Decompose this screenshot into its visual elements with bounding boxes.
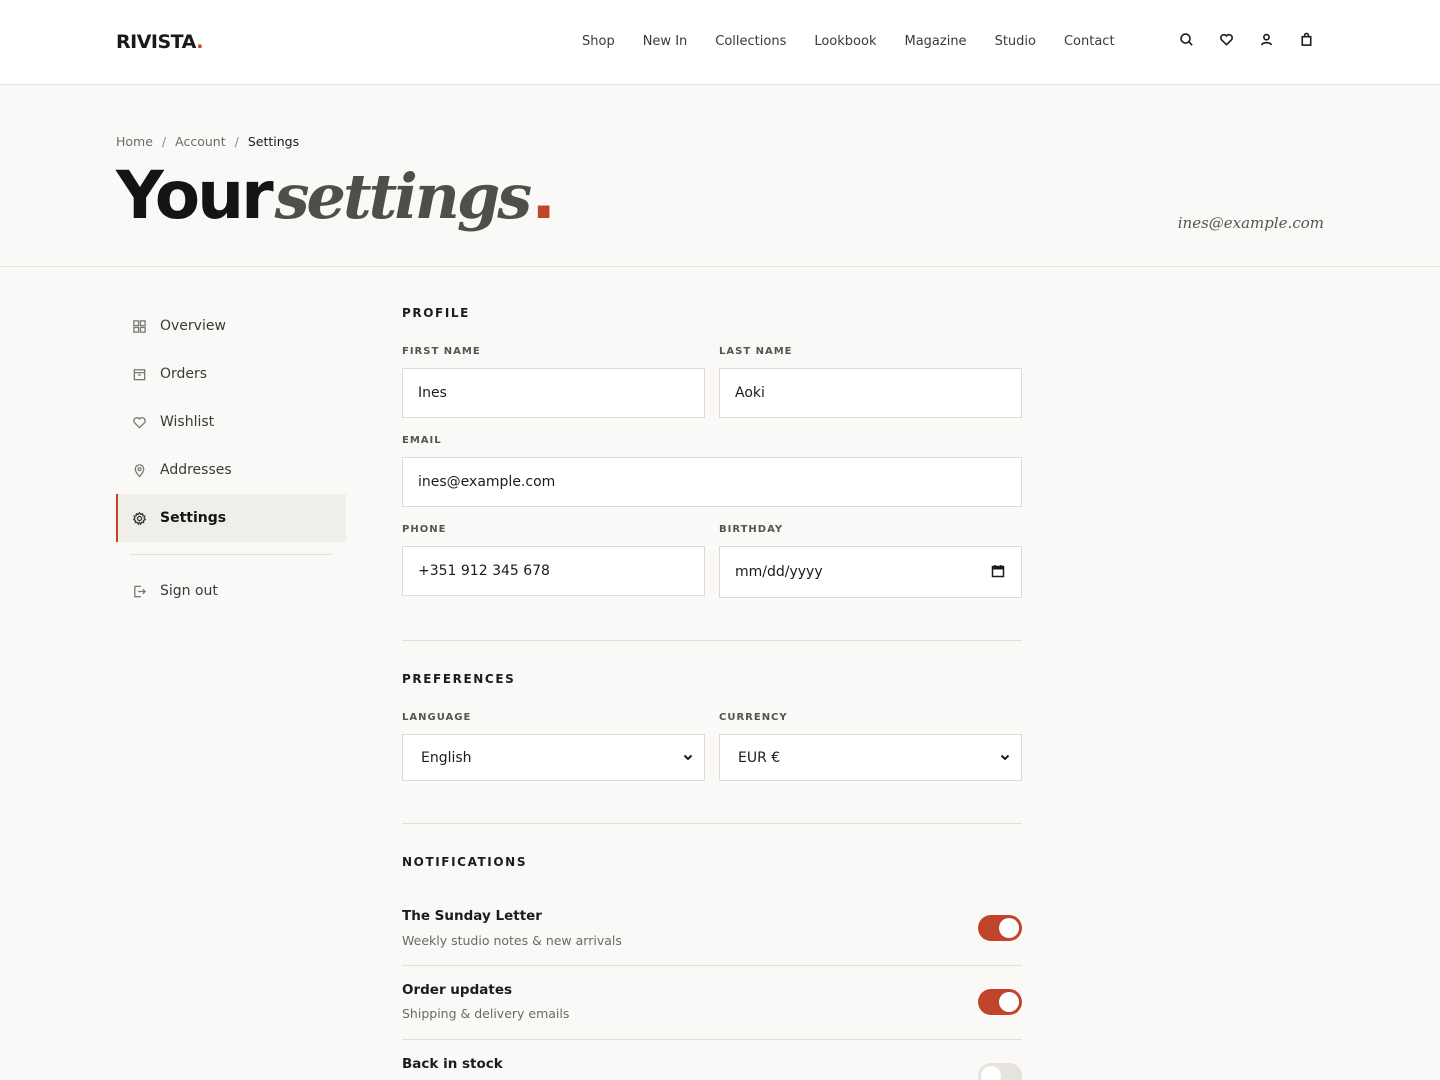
- breadcrumb: Home / Account / Settings: [116, 134, 299, 149]
- page-title-dot: .: [531, 157, 557, 234]
- bag-icon[interactable]: [1296, 29, 1316, 49]
- toggle-knob: [999, 918, 1019, 938]
- first-name-field[interactable]: [402, 368, 705, 418]
- sidebar-item-label: Wishlist: [160, 414, 215, 430]
- nav-shop[interactable]: Shop: [582, 34, 615, 49]
- brand-logo[interactable]: RIVISTA.: [116, 31, 203, 53]
- heart-icon[interactable]: [1216, 29, 1236, 49]
- sidebar-divider: [130, 554, 332, 555]
- sidebar-item-label: Settings: [160, 510, 227, 526]
- birthday-label: BIRTHDAY: [719, 524, 784, 535]
- birthday-field[interactable]: mm/dd/yyyy: [719, 546, 1022, 598]
- breadcrumb-home[interactable]: Home: [116, 134, 153, 149]
- phone-label: PHONE: [402, 524, 447, 535]
- language-select[interactable]: English: [402, 734, 705, 781]
- order-updates-toggle[interactable]: [978, 989, 1022, 1015]
- sidebar-item-wishlist[interactable]: Wishlist: [116, 398, 346, 446]
- chevron-down-icon: [682, 751, 694, 763]
- nav-collections[interactable]: Collections: [715, 34, 786, 49]
- notification-title: Order updates: [402, 982, 513, 998]
- sidebar-item-label: Addresses: [160, 462, 232, 478]
- currency-select[interactable]: EUR €: [719, 734, 1022, 781]
- toggle-knob: [981, 1066, 1001, 1080]
- row-divider: [402, 965, 1022, 966]
- box-icon: [132, 367, 147, 382]
- brand-name: RIVISTA: [116, 31, 197, 53]
- toggle-knob: [999, 992, 1019, 1012]
- breadcrumb-current: Settings: [247, 134, 300, 149]
- first-name-input[interactable]: [418, 385, 704, 401]
- sign-out-label: Sign out: [160, 583, 218, 599]
- chevron-down-icon: [999, 751, 1011, 763]
- user-icon[interactable]: [1256, 29, 1276, 49]
- row-divider: [402, 1039, 1022, 1040]
- main-nav: Shop New In Collections Lookbook Magazin…: [582, 34, 1143, 49]
- page-title-word: Your: [116, 157, 274, 234]
- breadcrumb-separator: /: [161, 134, 167, 149]
- sunday-letter-toggle[interactable]: [978, 915, 1022, 941]
- birthday-placeholder: mm/dd/yyyy: [735, 564, 823, 580]
- first-name-label: FIRST NAME: [402, 346, 481, 357]
- notification-title: The Sunday Letter: [402, 908, 542, 924]
- preferences-section-title: PREFERENCES: [402, 672, 516, 686]
- sidebar-item-addresses[interactable]: Addresses: [116, 446, 346, 494]
- account-sidebar: Overview Orders Wishlist Addresses Setti…: [116, 302, 346, 615]
- header-actions: [1176, 29, 1316, 49]
- page-title: Yoursettings.: [116, 163, 556, 229]
- pin-icon: [132, 463, 147, 478]
- page-title-italic: settings: [274, 160, 533, 233]
- sidebar-item-settings[interactable]: Settings: [116, 494, 346, 542]
- nav-magazine[interactable]: Magazine: [904, 34, 966, 49]
- notification-description: Shipping & delivery emails: [402, 1006, 570, 1021]
- calendar-icon[interactable]: [991, 564, 1005, 578]
- heart-icon: [132, 415, 147, 430]
- sidebar-item-overview[interactable]: Overview: [116, 302, 346, 350]
- breadcrumb-account[interactable]: Account: [175, 134, 225, 149]
- nav-contact[interactable]: Contact: [1064, 34, 1115, 49]
- language-value: English: [421, 749, 472, 766]
- email-input[interactable]: [418, 474, 1021, 490]
- last-name-label: LAST NAME: [719, 346, 793, 357]
- page-hero: Home / Account / Settings Yoursettings. ines…: [0, 85, 1440, 267]
- sign-out-button[interactable]: Sign out: [116, 567, 346, 615]
- email-label: EMAIL: [402, 435, 442, 446]
- last-name-field[interactable]: [719, 368, 1022, 418]
- back-in-stock-toggle[interactable]: [978, 1063, 1022, 1080]
- sidebar-item-label: Overview: [160, 318, 226, 334]
- account-email: ines@example.com: [1177, 214, 1324, 232]
- profile-section-title: PROFILE: [402, 306, 470, 320]
- search-icon[interactable]: [1176, 29, 1196, 49]
- sign-out-icon: [132, 584, 147, 599]
- email-field[interactable]: [402, 457, 1022, 507]
- language-label: LANGUAGE: [402, 712, 472, 723]
- nav-new-in[interactable]: New In: [643, 34, 688, 49]
- nav-studio[interactable]: Studio: [995, 34, 1036, 49]
- breadcrumb-separator: /: [234, 134, 239, 149]
- currency-label: CURRENCY: [719, 712, 788, 723]
- notifications-section-title: NOTIFICATIONS: [402, 855, 528, 869]
- nav-lookbook[interactable]: Lookbook: [814, 34, 876, 49]
- sidebar-item-orders[interactable]: Orders: [116, 350, 346, 398]
- gear-icon: [132, 511, 147, 526]
- sidebar-item-label: Orders: [160, 366, 208, 382]
- notification-title: Back in stock: [402, 1056, 503, 1072]
- phone-input[interactable]: [418, 563, 704, 579]
- section-divider: [402, 823, 1022, 824]
- notification-description: Weekly studio notes & new arrivals: [402, 933, 622, 948]
- grid-icon: [132, 319, 147, 334]
- currency-value: EUR €: [738, 749, 781, 766]
- section-divider: [402, 640, 1022, 641]
- top-navbar: RIVISTA. Shop New In Collections Lookboo…: [0, 0, 1440, 85]
- last-name-input[interactable]: [735, 385, 1021, 401]
- phone-field[interactable]: [402, 546, 705, 596]
- brand-dot: .: [196, 31, 203, 53]
